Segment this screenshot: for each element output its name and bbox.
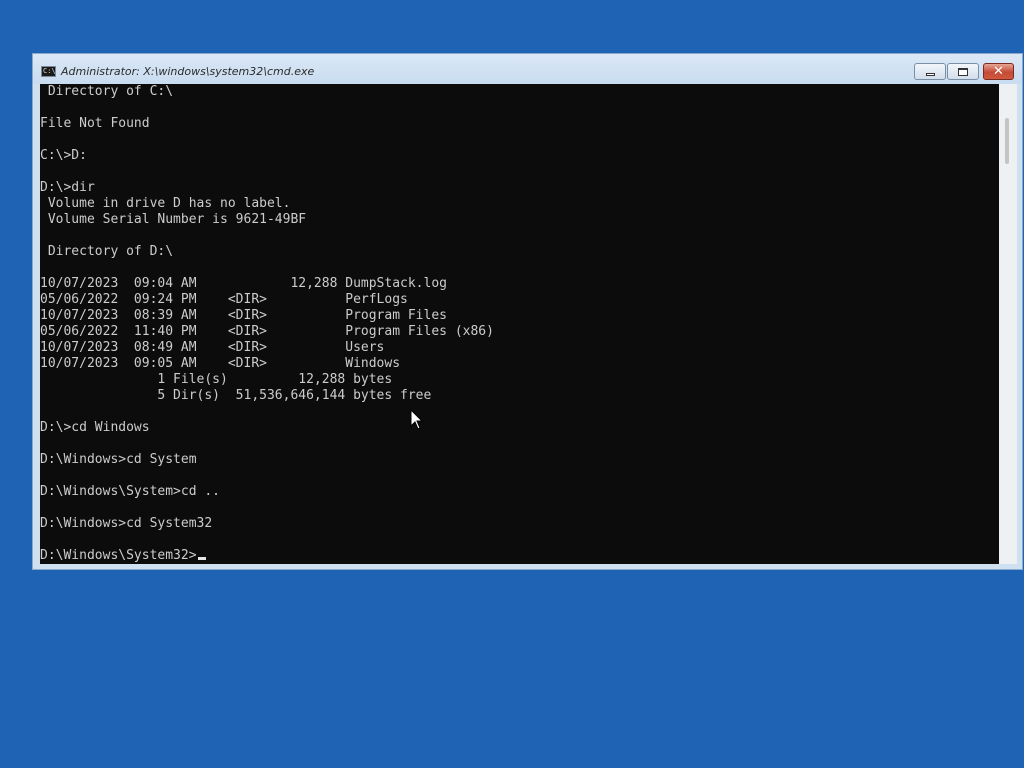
console-history: Directory of C:\ File Not Found C:\>D: D… xyxy=(40,84,494,531)
cmd-icon[interactable]: C:\ xyxy=(41,66,56,77)
console-text: Directory of C:\ File Not Found C:\>D: D… xyxy=(40,84,494,564)
close-icon: ✕ xyxy=(993,64,1004,79)
cmd-window[interactable]: C:\ Administrator: X:\windows\system32\c… xyxy=(32,53,1023,570)
minimize-button[interactable] xyxy=(914,63,946,80)
maximize-button[interactable] xyxy=(947,63,979,80)
scrollbar-thumb[interactable] xyxy=(1005,118,1009,164)
window-title: Administrator: X:\windows\system32\cmd.e… xyxy=(61,65,315,78)
minimize-icon xyxy=(925,72,935,76)
console-output[interactable]: Directory of C:\ File Not Found C:\>D: D… xyxy=(40,84,999,564)
close-button[interactable]: ✕ xyxy=(983,63,1014,80)
console-prompt: D:\Windows\System32> xyxy=(40,548,197,563)
maximize-icon xyxy=(958,67,968,76)
mouse-pointer-icon xyxy=(410,409,424,430)
vertical-scrollbar[interactable] xyxy=(999,84,1017,564)
title-bar[interactable]: C:\ Administrator: X:\windows\system32\c… xyxy=(33,54,1022,84)
text-cursor xyxy=(197,557,206,560)
